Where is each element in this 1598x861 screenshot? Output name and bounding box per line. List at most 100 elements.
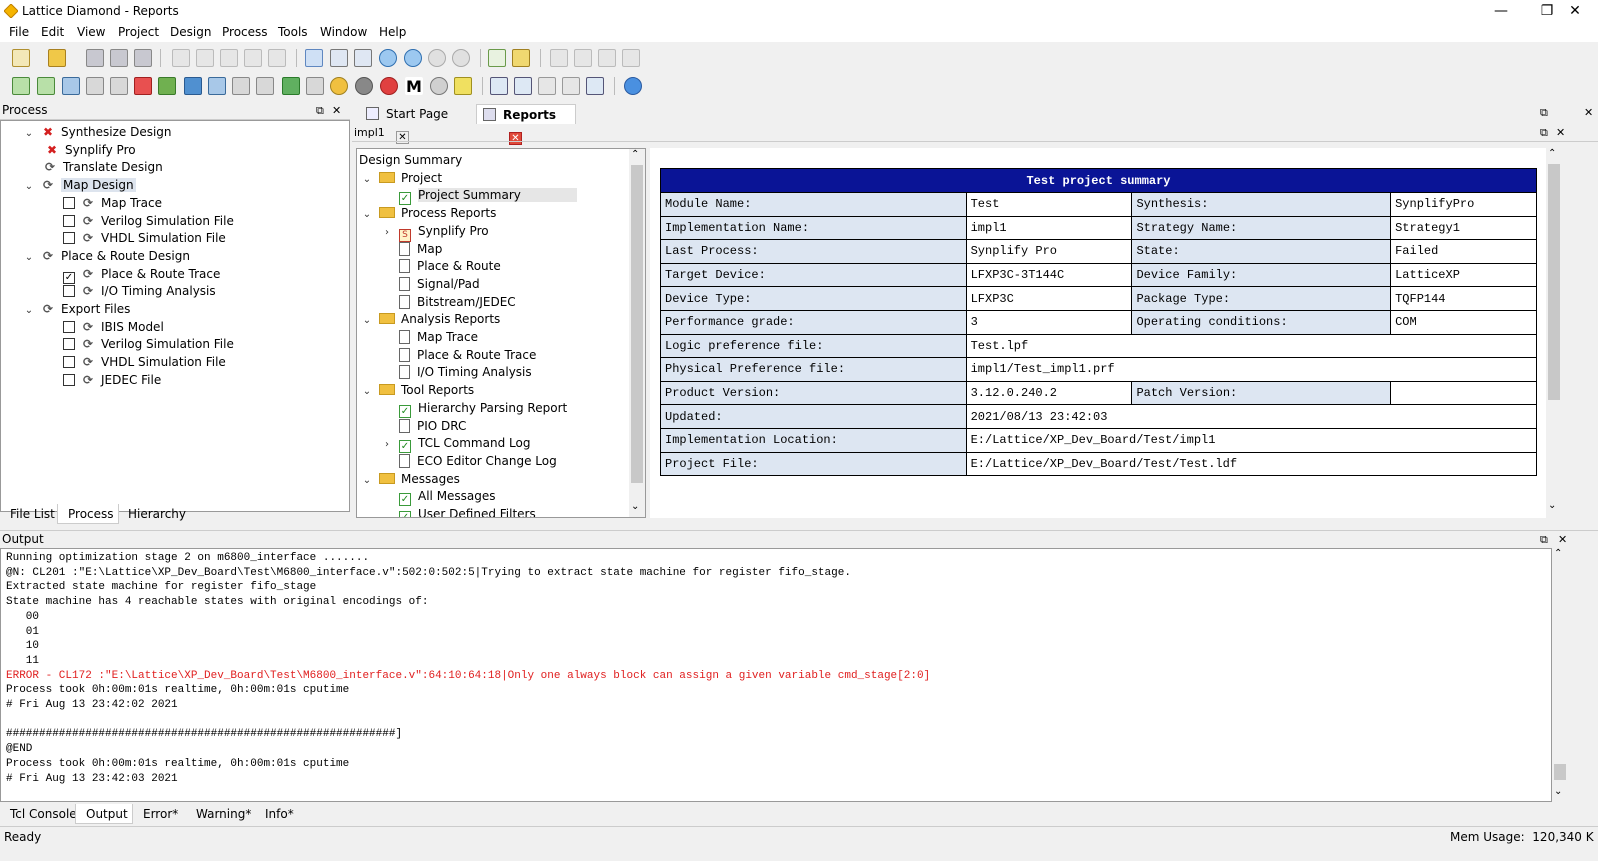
expand-caret-icon[interactable]: ⌄ xyxy=(361,312,373,330)
checklist-icon[interactable] xyxy=(488,49,506,67)
spreadsheet-icon[interactable] xyxy=(12,77,30,95)
rerun-icon[interactable] xyxy=(574,49,592,67)
scroll-up-icon[interactable]: ⌃ xyxy=(1554,548,1562,559)
open-folder-icon[interactable] xyxy=(48,49,66,67)
stop-icon[interactable] xyxy=(622,49,640,67)
float-pane-icon[interactable]: ⧉ xyxy=(1540,106,1548,120)
zoom-in-icon[interactable] xyxy=(379,49,397,67)
tab-hierarchy[interactable]: Hierarchy xyxy=(118,504,196,524)
process-item[interactable]: ⟳ JEDEC File xyxy=(63,371,161,389)
save-all-icon[interactable] xyxy=(110,49,128,67)
scroll-down-icon[interactable]: ⌄ xyxy=(1548,500,1556,511)
redo-icon[interactable] xyxy=(196,49,214,67)
tab-output[interactable]: Output xyxy=(75,804,133,824)
menu-design[interactable]: Design xyxy=(170,25,211,39)
tab-warning[interactable]: Warning* xyxy=(186,804,261,824)
tab-tcl-console[interactable]: Tcl Console xyxy=(0,804,87,824)
report-scrollbar[interactable]: ⌃ ⌄ xyxy=(1546,148,1562,518)
scroll-thumb[interactable] xyxy=(1554,764,1566,780)
expand-caret-icon[interactable]: ⌄ xyxy=(23,125,35,143)
float-pane-icon[interactable]: ⧉ xyxy=(1540,126,1548,140)
process-checkbox[interactable] xyxy=(63,320,75,333)
menu-edit[interactable]: Edit xyxy=(41,25,64,39)
output-scrollbar[interactable]: ⌃ ⌄ xyxy=(1552,548,1568,802)
process-checkbox[interactable] xyxy=(63,196,75,209)
summary-tree-item[interactable]: › S Synplify Pro xyxy=(381,222,489,242)
summary-tree-item[interactable]: Place & Route Trace xyxy=(381,346,536,364)
ipexpress-icon[interactable] xyxy=(208,77,226,95)
save-icon[interactable] xyxy=(86,49,104,67)
expand-caret-icon[interactable]: ⌄ xyxy=(23,178,35,196)
cascade-icon[interactable] xyxy=(562,77,580,95)
tab-start-page[interactable]: Start Page ✕ xyxy=(360,104,470,144)
process-item[interactable]: ⟳ Translate Design xyxy=(25,158,163,176)
power-icon[interactable] xyxy=(184,77,202,95)
process-item[interactable]: ⟳ Verilog Simulation File xyxy=(63,212,234,230)
close-pane-icon[interactable]: ✕ xyxy=(1558,533,1567,546)
report-icon[interactable] xyxy=(354,49,372,67)
close-pane-icon[interactable]: ✕ xyxy=(1556,126,1565,139)
new-file-icon[interactable] xyxy=(12,49,30,67)
globe-icon[interactable] xyxy=(330,77,348,95)
summary-tree-item[interactable]: Bitstream/JEDEC xyxy=(381,293,516,311)
modelsim-icon[interactable]: M xyxy=(405,77,423,96)
search-icon[interactable] xyxy=(355,77,373,95)
package-view-icon[interactable] xyxy=(86,77,104,95)
expand-caret-icon[interactable]: ⌄ xyxy=(361,472,373,490)
tab-error[interactable]: Error* xyxy=(133,804,188,824)
float-pane-icon[interactable]: ⧉ xyxy=(316,104,324,118)
synplify-icon[interactable] xyxy=(380,77,398,95)
scroll-up-icon[interactable]: ⌃ xyxy=(631,149,639,160)
strategy-icon[interactable] xyxy=(512,49,530,67)
zoom-out-icon[interactable] xyxy=(404,49,422,67)
tile-icon[interactable] xyxy=(538,77,556,95)
menu-tools[interactable]: Tools xyxy=(278,25,308,39)
summary-tree-item[interactable]: Map xyxy=(381,240,442,258)
expand-caret-icon[interactable]: ⌄ xyxy=(23,302,35,320)
close-button[interactable]: ✕ xyxy=(1552,0,1598,22)
float-pane-icon[interactable]: ⧉ xyxy=(1540,533,1548,547)
split-icon[interactable] xyxy=(586,77,604,95)
process-item[interactable]: ✓ ⟳ Place & Route Trace xyxy=(63,265,220,284)
tab-file-list[interactable]: File List xyxy=(0,504,65,524)
table-icon[interactable] xyxy=(330,49,348,67)
process-item[interactable]: ⟳ IBIS Model xyxy=(63,318,164,336)
process-item[interactable]: ⟳ Verilog Simulation File xyxy=(63,335,234,353)
chip-icon[interactable] xyxy=(62,77,80,95)
web-icon[interactable] xyxy=(624,77,642,95)
rerun-all-icon[interactable] xyxy=(598,49,616,67)
process-item[interactable]: ⟳ VHDL Simulation File xyxy=(63,229,226,247)
scroll-thumb[interactable] xyxy=(1548,164,1560,400)
netlist-view-icon[interactable] xyxy=(232,77,250,95)
summary-tree-item[interactable]: ⌄ Tool Reports xyxy=(361,381,474,399)
close-pane-icon[interactable]: ✕ xyxy=(1584,106,1593,119)
summary-tree-item[interactable]: ✓ User Defined Filters xyxy=(381,505,536,517)
layout-icon[interactable] xyxy=(490,77,508,95)
process-checkbox[interactable] xyxy=(63,356,75,369)
window-icon[interactable] xyxy=(514,77,532,95)
summary-tree-item[interactable]: ⌄ Analysis Reports xyxy=(361,310,501,330)
menu-help[interactable]: Help xyxy=(379,25,406,39)
tree-scrollbar[interactable]: ⌃ ⌄ xyxy=(629,149,645,517)
wand-icon[interactable] xyxy=(454,77,472,95)
summary-tree-item[interactable]: ECO Editor Change Log xyxy=(381,452,557,470)
reveal-icon[interactable] xyxy=(256,77,274,95)
tab-reports[interactable]: Reports ✕ xyxy=(476,104,576,145)
process-checkbox[interactable] xyxy=(63,338,75,351)
process-checkbox[interactable] xyxy=(63,373,75,386)
print-icon[interactable] xyxy=(134,49,152,67)
zoom-fit-icon[interactable] xyxy=(428,49,446,67)
run-icon[interactable] xyxy=(550,49,568,67)
copy-icon[interactable] xyxy=(244,49,262,67)
close-pane-icon[interactable]: ✕ xyxy=(332,104,341,117)
programmer-icon[interactable] xyxy=(282,77,300,95)
summary-tree-item[interactable]: ⌄ Messages xyxy=(361,470,460,488)
floorplan-icon[interactable] xyxy=(110,77,128,95)
expand-caret-icon[interactable]: ⌄ xyxy=(361,383,373,401)
process-checkbox[interactable] xyxy=(63,285,75,298)
tab-info[interactable]: Info* xyxy=(255,804,304,824)
summary-tree-item[interactable]: PIO DRC xyxy=(381,417,466,435)
menu-window[interactable]: Window xyxy=(320,25,367,39)
scroll-up-icon[interactable]: ⌃ xyxy=(1548,148,1556,159)
summary-tree-item[interactable]: › ✓ TCL Command Log xyxy=(381,434,530,454)
